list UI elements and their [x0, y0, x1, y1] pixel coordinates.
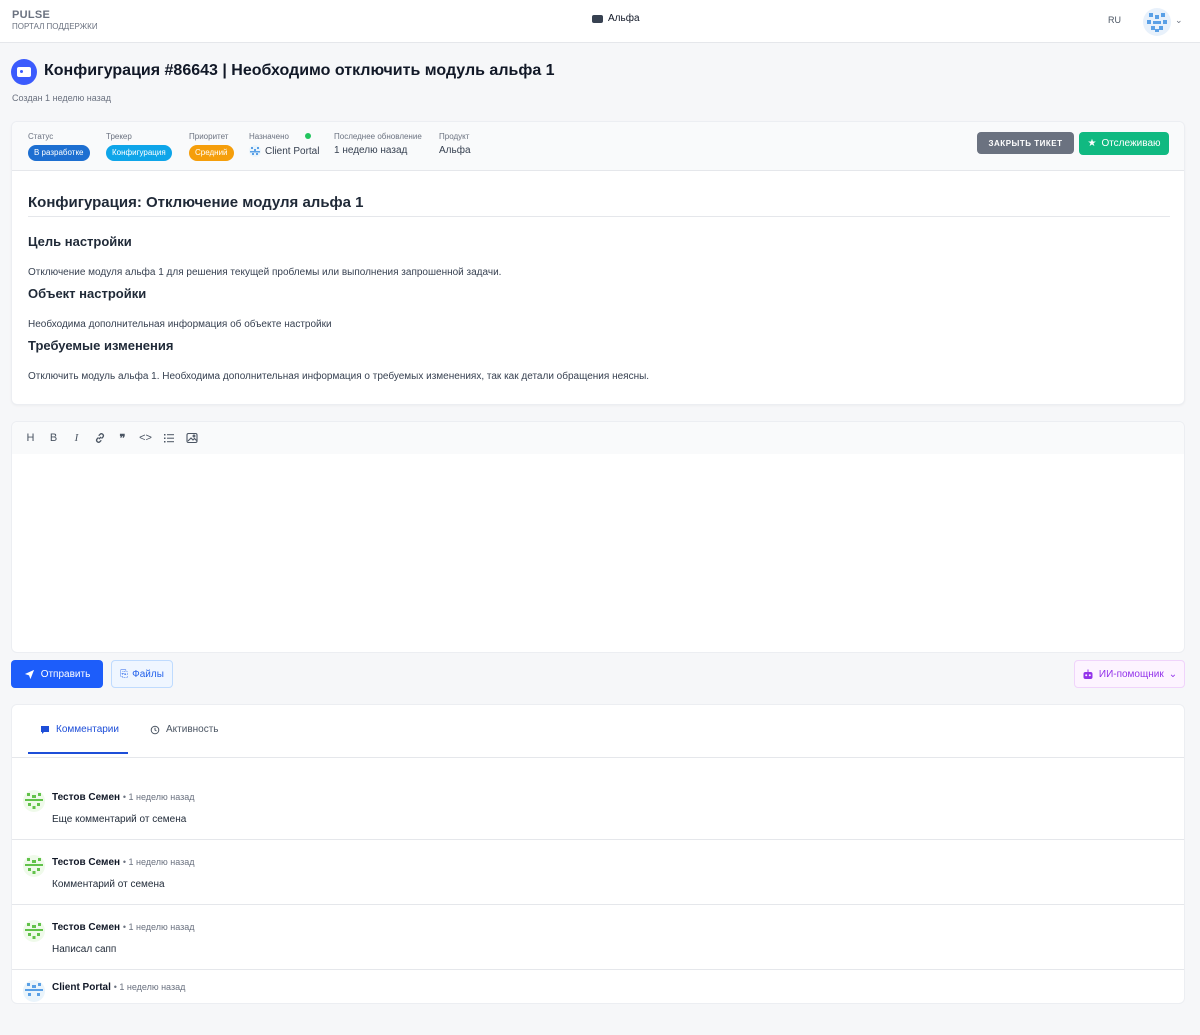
user-avatar[interactable]: [1143, 8, 1171, 36]
send-button[interactable]: Отправить: [11, 660, 103, 688]
folder-icon: [592, 14, 603, 23]
page-title: Конфигурация #86643 | Необходимо отключи…: [44, 62, 555, 79]
comment-time: • 1 неделю назад: [113, 982, 186, 992]
meta-status: Статус В разработке: [28, 132, 90, 161]
tab-comments[interactable]: Комментарии: [40, 724, 119, 735]
tabs-bar: Комментарии Активность: [12, 705, 1184, 758]
list-icon[interactable]: [160, 430, 177, 447]
project-name: Альфа: [608, 13, 640, 24]
comments-card: Комментарии Активность Тестов Семен • 1 …: [11, 704, 1185, 1004]
watch-label: Отслеживаю: [1101, 138, 1161, 149]
chevron-down-icon: ⌄: [1168, 668, 1178, 680]
star-icon: ★: [1087, 138, 1097, 149]
bold-icon[interactable]: B: [45, 430, 62, 447]
tab-activity[interactable]: Активность: [150, 724, 219, 735]
meta-tracker: Трекер Конфигурация: [106, 132, 172, 161]
watch-button[interactable]: ★ Отслеживаю: [1079, 132, 1169, 155]
meta-assigned: Назначено Client Portal: [249, 132, 319, 157]
assignee-name[interactable]: Client Portal: [265, 146, 319, 157]
updated-label: Последнее обновление: [334, 132, 422, 141]
tab-comments-label: Комментарии: [56, 724, 119, 735]
status-badge[interactable]: В разработке: [28, 145, 90, 161]
files-label: Файлы: [132, 668, 164, 680]
send-label: Отправить: [40, 668, 91, 680]
comment-time: • 1 неделю назад: [122, 922, 195, 932]
code-icon[interactable]: <>: [137, 430, 154, 447]
quote-icon[interactable]: ❞: [114, 430, 131, 447]
object-text: Необходима дополнительная информация об …: [28, 319, 332, 330]
avatar[interactable]: [23, 855, 45, 877]
send-icon: [24, 669, 34, 679]
brand-logo[interactable]: PULSE ПОРТАЛ ПОДДЕРЖКИ: [12, 9, 98, 32]
comment-item: Тестов Семен • 1 неделю назад Написал са…: [12, 905, 1184, 970]
comment-time: • 1 неделю назад: [122, 792, 195, 802]
close-ticket-button[interactable]: ЗАКРЫТЬ ТИКЕТ: [977, 132, 1074, 154]
status-label: Статус: [28, 132, 54, 141]
changes-text: Отключить модуль альфа 1. Необходима доп…: [28, 371, 650, 382]
description-heading: Конфигурация: Отключение модуля альфа 1: [28, 194, 364, 211]
robot-icon: [1083, 669, 1093, 679]
divider: [28, 216, 1170, 217]
avatar[interactable]: [23, 790, 45, 812]
brand-name: PULSE: [12, 9, 51, 21]
history-icon: [150, 725, 160, 734]
priority-badge[interactable]: Средний: [189, 145, 234, 161]
tab-activity-label: Активность: [166, 724, 219, 735]
ticket-meta-bar: Статус В разработке Трекер Конфигурация …: [12, 122, 1184, 171]
ai-label: ИИ-помощник: [1098, 668, 1164, 680]
ticket-card: Статус В разработке Трекер Конфигурация …: [11, 121, 1185, 405]
online-indicator: [305, 133, 311, 139]
product-label: Продукт: [439, 132, 470, 141]
comment-author: Тестов Семен • 1 неделю назад: [52, 922, 195, 933]
chevron-down-icon[interactable]: ⌄: [1175, 15, 1183, 26]
image-icon[interactable]: [183, 430, 200, 447]
comment-icon: [41, 725, 49, 734]
top-bar: PULSE ПОРТАЛ ПОДДЕРЖКИ Альфа RU ⌄: [0, 0, 1200, 43]
comment-text: Комментарий от семена: [52, 879, 165, 890]
meta-updated: Последнее обновление 1 неделю назад: [334, 132, 422, 156]
goal-heading: Цель настройки: [28, 234, 132, 249]
comment-item: Тестов Семен • 1 неделю назад Комментари…: [12, 840, 1184, 905]
priority-label: Приоритет: [189, 132, 229, 141]
product-value: Альфа: [439, 145, 471, 156]
comment-text: Написал сапп: [52, 944, 117, 955]
object-heading: Объект настройки: [28, 286, 147, 301]
ticket-type-icon: [11, 59, 37, 85]
assignee-avatar: [249, 145, 261, 157]
changes-heading: Требуемые изменения: [28, 338, 174, 353]
comment-item: Client Portal • 1 неделю назад: [12, 970, 1184, 1035]
meta-priority: Приоритет Средний: [189, 132, 234, 161]
comment-author: Client Portal • 1 неделю назад: [52, 982, 186, 993]
avatar[interactable]: [23, 920, 45, 942]
tracker-badge[interactable]: Конфигурация: [106, 145, 172, 161]
language-switch[interactable]: RU: [1108, 15, 1121, 25]
ai-assistant-button[interactable]: ИИ-помощник ⌄: [1074, 660, 1185, 688]
italic-icon[interactable]: I: [68, 430, 85, 447]
comment-item: Тестов Семен • 1 неделю назад Еще коммен…: [12, 775, 1184, 840]
heading-icon[interactable]: H: [22, 430, 39, 447]
paperclip-icon: ⎘: [120, 668, 129, 680]
link-icon[interactable]: [91, 430, 108, 447]
tracker-label: Трекер: [106, 132, 132, 141]
files-button[interactable]: ⎘ Файлы: [111, 660, 173, 688]
comment-text: Еще комментарий от семена: [52, 814, 187, 825]
brand-subtitle: ПОРТАЛ ПОДДЕРЖКИ: [12, 22, 98, 31]
goal-text: Отключение модуля альфа 1 для решения те…: [28, 267, 502, 278]
comment-editor: H B I ❞ <>: [11, 421, 1185, 653]
created-time: Создан 1 неделю назад: [12, 93, 112, 103]
comment-author: Тестов Семен • 1 неделю назад: [52, 792, 195, 803]
editor-text-area[interactable]: [12, 454, 1184, 654]
comment-author: Тестов Семен • 1 неделю назад: [52, 857, 195, 868]
comment-time: • 1 неделю назад: [122, 857, 195, 867]
active-tab-indicator: [28, 752, 128, 754]
project-selector[interactable]: Альфа: [592, 13, 640, 24]
updated-value: 1 неделю назад: [334, 145, 408, 156]
avatar[interactable]: [23, 980, 45, 1002]
meta-product: Продукт Альфа: [439, 132, 471, 156]
editor-toolbar: H B I ❞ <>: [12, 422, 1184, 454]
